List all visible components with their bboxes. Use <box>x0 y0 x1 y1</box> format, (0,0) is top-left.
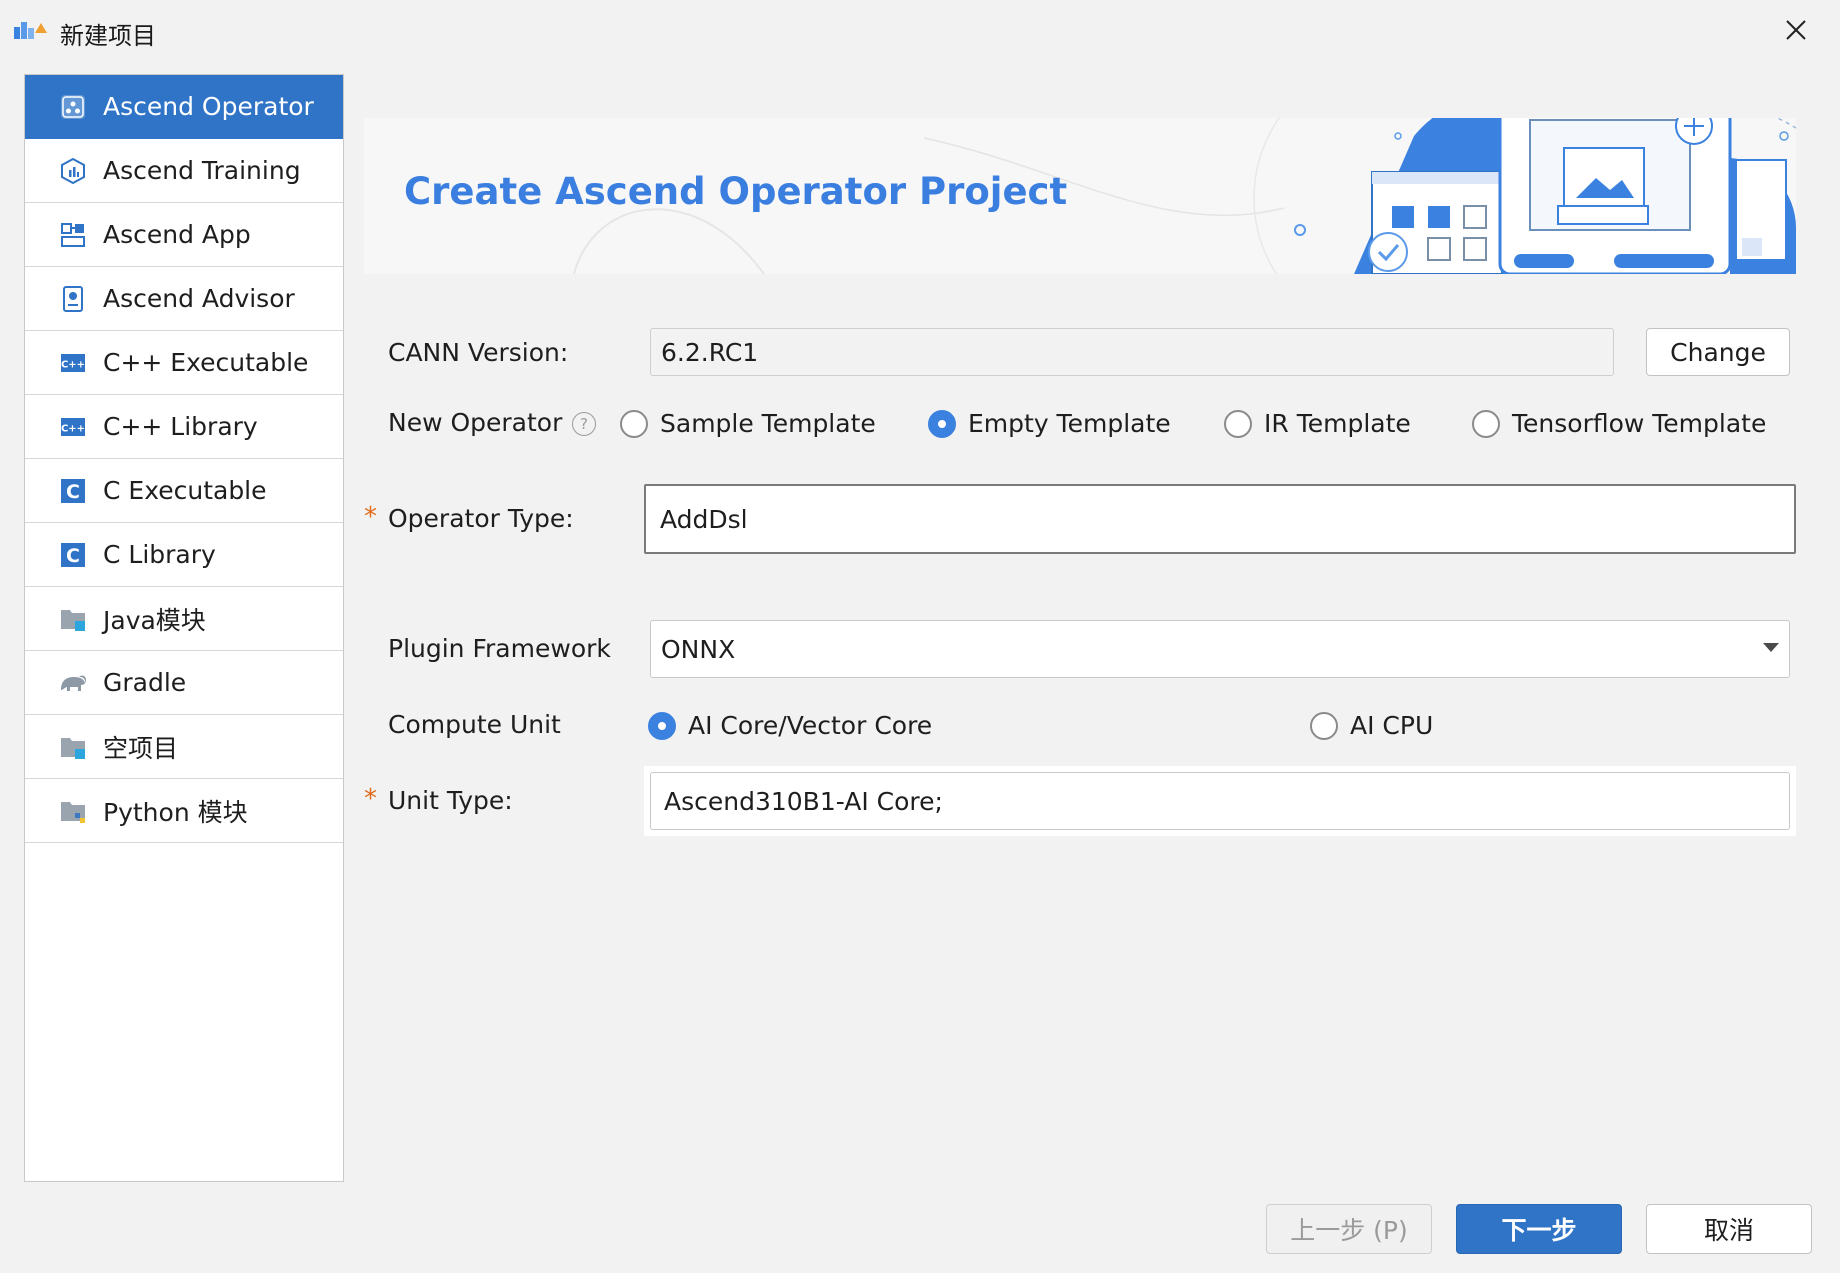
sidebar-item-python-module[interactable]: Python 模块 <box>25 779 343 843</box>
operator-type-label: Operator Type: <box>388 504 574 533</box>
radio-sample-template[interactable]: Sample Template <box>620 409 876 438</box>
ascend-training-icon <box>59 157 87 185</box>
previous-button[interactable]: 上一步 (P) <box>1266 1204 1432 1254</box>
svg-text:C++: C++ <box>61 423 85 434</box>
plugin-framework-label: Plugin Framework <box>388 634 611 663</box>
sidebar-item-label: Ascend App <box>103 220 251 249</box>
radio-ai-core[interactable]: AI Core/Vector Core <box>648 711 932 740</box>
gradle-elephant-icon <box>59 669 87 697</box>
radio-label: AI Core/Vector Core <box>688 711 933 740</box>
ascend-app-icon <box>59 221 87 249</box>
folder-icon <box>59 733 87 761</box>
window-title: 新建项目 <box>60 22 156 50</box>
sidebar-item-label: Ascend Operator <box>103 92 314 121</box>
radio-button[interactable] <box>1472 409 1500 438</box>
folder-icon <box>59 605 87 633</box>
cpp-icon: C++ <box>59 349 87 377</box>
radio-empty-template[interactable]: Empty Template <box>928 409 1171 438</box>
radio-ai-cpu[interactable]: AI CPU <box>1310 711 1433 740</box>
unit-type-input[interactable]: Ascend310B1-AI Core; <box>650 772 1790 830</box>
cann-version-label: CANN Version: <box>388 338 569 367</box>
ascend-advisor-icon <box>59 285 87 313</box>
radio-label: Sample Template <box>660 409 876 438</box>
radio-tensorflow-template[interactable]: Tensorflow Template <box>1472 409 1766 438</box>
app-logo-icon <box>14 22 47 39</box>
sidebar-item-label: 空项目 <box>103 733 179 763</box>
radio-button[interactable] <box>1310 711 1338 740</box>
radio-button-checked[interactable] <box>928 409 956 438</box>
cpp-icon: C++ <box>59 413 87 441</box>
svg-text:C++: C++ <box>61 359 85 370</box>
sidebar-item-cpp-executable[interactable]: C++ C++ Executable <box>25 331 343 395</box>
cann-version-field: 6.2.RC1 <box>650 328 1614 376</box>
sidebar-item-label: Python 模块 <box>103 797 248 827</box>
radio-label: Empty Template <box>968 409 1171 438</box>
operator-type-input[interactable]: AddDsl <box>644 484 1796 554</box>
close-icon <box>1786 20 1806 40</box>
required-marker: * <box>364 784 377 814</box>
sidebar-item-c-library[interactable]: C C Library <box>25 523 343 587</box>
sidebar-item-label: C Library <box>103 540 216 569</box>
sidebar-item-ascend-advisor[interactable]: Ascend Advisor <box>25 267 343 331</box>
close-button[interactable] <box>1776 10 1816 50</box>
sidebar-item-ascend-training[interactable]: Ascend Training <box>25 139 343 203</box>
sidebar-item-c-executable[interactable]: C C Executable <box>25 459 343 523</box>
c-icon: C <box>59 541 87 569</box>
required-marker: * <box>364 502 377 532</box>
sidebar-item-ascend-app[interactable]: Ascend App <box>25 203 343 267</box>
radio-label: Tensorflow Template <box>1512 409 1767 438</box>
radio-ir-template[interactable]: IR Template <box>1224 409 1411 438</box>
sidebar-item-label: Ascend Training <box>103 156 301 185</box>
next-button[interactable]: 下一步 <box>1456 1204 1622 1254</box>
sidebar-item-label: C++ Executable <box>103 348 309 377</box>
question-icon[interactable]: ? <box>572 412 596 436</box>
ascend-operator-icon <box>59 93 87 121</box>
header-banner: Create Ascend Operator Project <box>364 118 1796 274</box>
plugin-framework-select[interactable]: ONNX <box>650 620 1790 678</box>
radio-button[interactable] <box>1224 409 1252 438</box>
chevron-down-icon <box>1763 643 1779 652</box>
cancel-button[interactable]: 取消 <box>1646 1204 1812 1254</box>
banner-title: Create Ascend Operator Project <box>404 170 1068 213</box>
compute-unit-label: Compute Unit <box>388 710 561 739</box>
sidebar-item-label: C++ Library <box>103 412 258 441</box>
radio-label: AI CPU <box>1350 711 1434 740</box>
radio-button-checked[interactable] <box>648 711 676 740</box>
radio-button[interactable] <box>620 409 648 438</box>
sidebar-item-cpp-library[interactable]: C++ C++ Library <box>25 395 343 459</box>
title-bar: 新建项目 <box>0 0 1840 62</box>
sidebar-item-gradle[interactable]: Gradle <box>25 651 343 715</box>
plugin-framework-value: ONNX <box>661 634 736 664</box>
sidebar-item-ascend-operator[interactable]: Ascend Operator <box>25 75 343 139</box>
sidebar-item-java-module[interactable]: Java模块 <box>25 587 343 651</box>
unit-type-label: Unit Type: <box>388 786 513 815</box>
sidebar-item-label: Ascend Advisor <box>103 284 295 313</box>
project-type-list: Ascend Operator Ascend Training Ascend A… <box>24 74 344 1182</box>
sidebar-item-label: C Executable <box>103 476 267 505</box>
svg-text:C: C <box>66 545 80 567</box>
change-button[interactable]: Change <box>1646 328 1790 376</box>
radio-label: IR Template <box>1264 409 1411 438</box>
python-folder-icon <box>59 797 87 825</box>
svg-text:C: C <box>66 481 80 503</box>
sidebar-item-empty-project[interactable]: 空项目 <box>25 715 343 779</box>
sidebar-item-label: Gradle <box>103 668 187 697</box>
new-operator-label: New Operator <box>388 408 563 437</box>
sidebar-item-label: Java模块 <box>103 605 206 635</box>
c-icon: C <box>59 477 87 505</box>
